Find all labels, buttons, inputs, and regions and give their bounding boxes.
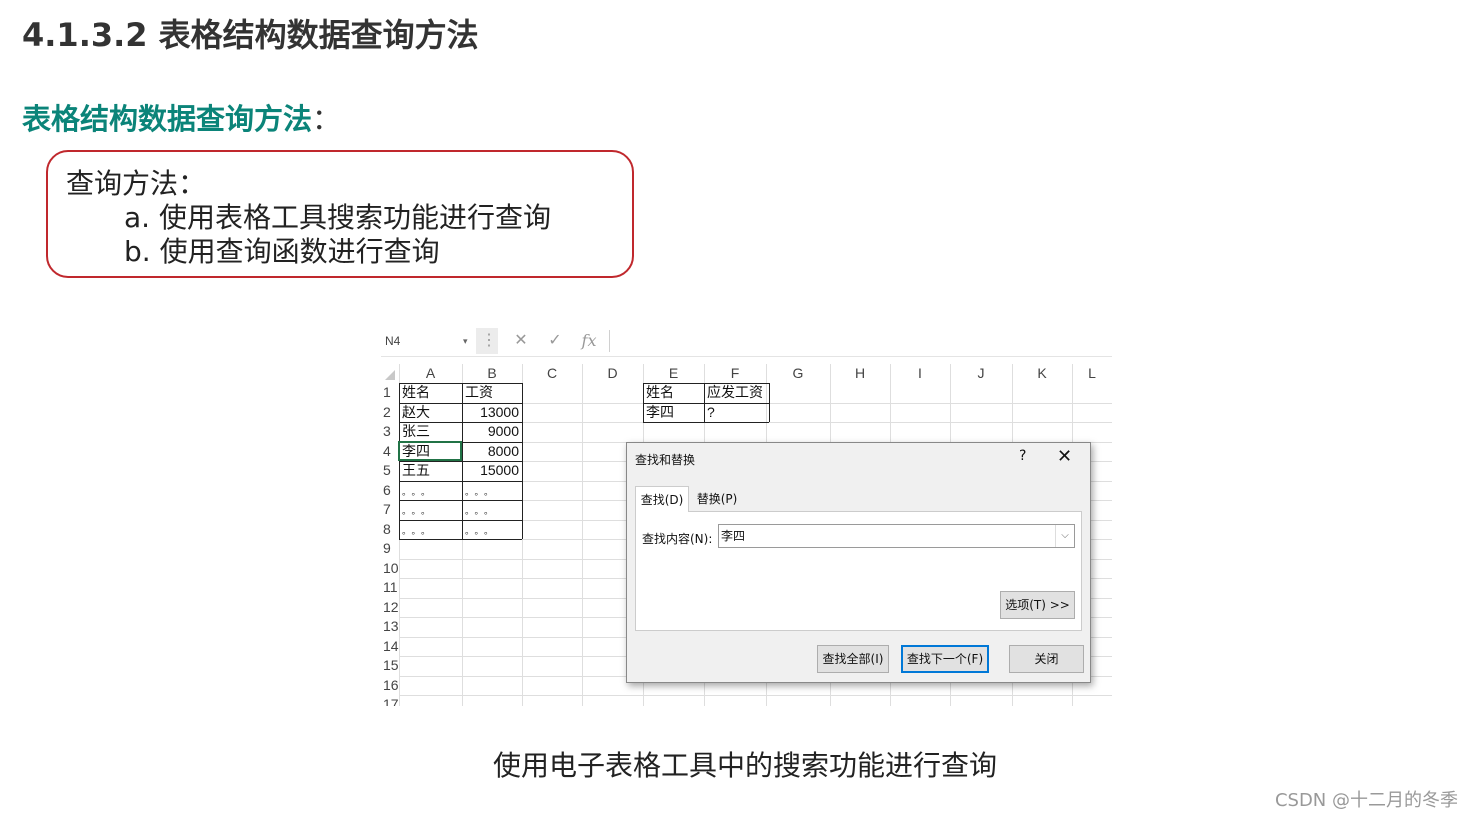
- column-header-f[interactable]: F: [704, 364, 766, 382]
- table-border: [769, 383, 770, 422]
- help-icon[interactable]: ?: [1019, 448, 1026, 464]
- insert-function-icon[interactable]: fx: [578, 330, 600, 352]
- table-border: [522, 383, 523, 539]
- table-border: [399, 519, 522, 521]
- more-icon: ⋮: [481, 332, 497, 349]
- cell-f1[interactable]: 应发工资: [707, 383, 763, 402]
- row-header-7[interactable]: 7: [381, 500, 401, 519]
- column-header-d[interactable]: D: [582, 364, 643, 382]
- row-header-5[interactable]: 5: [381, 461, 401, 480]
- column-header-g[interactable]: G: [766, 364, 830, 382]
- figure-caption: 使用电子表格工具中的搜索功能进行查询: [492, 749, 997, 782]
- tab-find[interactable]: 查找(D): [635, 486, 689, 512]
- table-border: [399, 480, 522, 482]
- tab-replace[interactable]: 替换(P): [689, 486, 745, 512]
- row-header-16[interactable]: 16: [381, 676, 401, 695]
- table-border: [399, 402, 522, 404]
- row-header-15[interactable]: 15: [381, 656, 401, 675]
- watermark: CSDN @十二月的冬季: [1274, 790, 1458, 811]
- column-header-b[interactable]: B: [462, 364, 522, 382]
- row-header-14[interactable]: 14: [381, 637, 401, 656]
- column-header-a[interactable]: A: [399, 364, 462, 382]
- cell-b5[interactable]: 15000: [465, 461, 519, 480]
- row-header-3[interactable]: 3: [381, 422, 401, 441]
- cell-b3[interactable]: 9000: [465, 422, 519, 441]
- find-next-button[interactable]: 查找下一个(F): [901, 645, 989, 673]
- row-header-9[interactable]: 9: [381, 539, 401, 558]
- row-header-1[interactable]: 1: [381, 383, 401, 402]
- name-box-dropdown-icon[interactable]: ▾: [463, 330, 468, 352]
- table-border: [399, 500, 522, 501]
- slide-title: 4.1.3.2 表格结构数据查询方法: [22, 16, 479, 54]
- selected-cell: [398, 440, 462, 461]
- cell-e1[interactable]: 姓名: [646, 383, 701, 402]
- column-header-j[interactable]: J: [950, 364, 1012, 382]
- row-header-12[interactable]: 12: [381, 598, 401, 617]
- find-panel: 查找内容(N): 李四 ⌵ 选项(T) >>: [635, 511, 1082, 631]
- dialog-title: 查找和替换: [635, 453, 696, 467]
- column-header-k[interactable]: K: [1012, 364, 1072, 382]
- cell-a5[interactable]: 王五: [402, 461, 459, 480]
- select-all-icon[interactable]: [385, 370, 395, 380]
- cell-b7[interactable]: 。。。: [465, 500, 519, 519]
- cell-a7[interactable]: 。。。: [402, 500, 459, 519]
- chevron-down-icon[interactable]: ⌵: [1055, 525, 1074, 547]
- column-headers: ABCDEFGHIJKL: [381, 364, 1112, 382]
- close-icon[interactable]: ✕: [1057, 446, 1072, 467]
- column-header-c[interactable]: C: [522, 364, 582, 382]
- cell-a6[interactable]: 。。。: [402, 481, 459, 500]
- cell-b8[interactable]: 。。。: [465, 520, 519, 539]
- find-what-value: 李四: [721, 529, 746, 543]
- table-border: [399, 461, 522, 462]
- row-header-11[interactable]: 11: [381, 578, 401, 597]
- find-all-button[interactable]: 查找全部(I): [817, 645, 889, 673]
- cell-f2[interactable]: ?: [707, 403, 763, 422]
- section-heading: 表格结构数据查询方法：: [22, 96, 341, 138]
- cell-e2[interactable]: 李四: [646, 403, 701, 422]
- cell-a1[interactable]: 姓名: [402, 383, 459, 402]
- cell-a8[interactable]: 。。。: [402, 520, 459, 539]
- row-gridline: [399, 695, 1112, 696]
- cancel-icon[interactable]: ✕: [510, 330, 532, 352]
- cell-a2[interactable]: 赵大: [402, 403, 459, 422]
- row-header-17[interactable]: 17: [381, 695, 401, 706]
- cell-b6[interactable]: 。。。: [465, 481, 519, 500]
- cell-b4[interactable]: 8000: [465, 442, 519, 461]
- cell-b2[interactable]: 13000: [465, 403, 519, 422]
- table-border: [399, 539, 522, 540]
- column-header-l[interactable]: L: [1072, 364, 1112, 382]
- query-methods-box: 查询方法： a. 使用表格工具搜索功能进行查询 b. 使用查询函数进行查询: [46, 150, 634, 278]
- method-item-b: b. 使用查询函数进行查询: [124, 235, 440, 268]
- section-heading-colon: ：: [312, 102, 342, 136]
- column-header-e[interactable]: E: [643, 364, 704, 382]
- enter-icon[interactable]: ✓: [544, 330, 566, 352]
- column-gridline: [582, 364, 583, 706]
- close-button[interactable]: 关闭: [1009, 645, 1084, 673]
- row-header-2[interactable]: 2: [381, 403, 401, 422]
- row-header-13[interactable]: 13: [381, 617, 401, 636]
- name-box[interactable]: N4: [383, 330, 475, 352]
- formula-input[interactable]: [609, 330, 1110, 352]
- options-button[interactable]: 选项(T) >>: [1000, 591, 1075, 619]
- column-header-h[interactable]: H: [830, 364, 890, 382]
- row-header-6[interactable]: 6: [381, 481, 401, 500]
- cell-a3[interactable]: 张三: [402, 422, 459, 441]
- formula-bar: N4 ▾ ⋮ ✕ ✓ fx: [381, 326, 1112, 357]
- table-border: [643, 402, 769, 404]
- table-border: [643, 422, 769, 423]
- table-border: [399, 422, 522, 423]
- row-header-10[interactable]: 10: [381, 559, 401, 578]
- column-header-i[interactable]: I: [890, 364, 950, 382]
- section-heading-text: 表格结构数据查询方法: [22, 102, 313, 136]
- find-what-label: 查找内容(N):: [642, 532, 713, 546]
- find-replace-dialog: 查找和替换 ? ✕ 查找(D) 替换(P) 查找内容(N): 李四 ⌵ 选项(T…: [626, 442, 1091, 683]
- table-border: [643, 383, 769, 384]
- cell-b1[interactable]: 工资: [465, 383, 519, 402]
- find-what-input[interactable]: 李四 ⌵: [718, 524, 1075, 548]
- row-header-8[interactable]: 8: [381, 520, 401, 539]
- table-border: [399, 383, 522, 384]
